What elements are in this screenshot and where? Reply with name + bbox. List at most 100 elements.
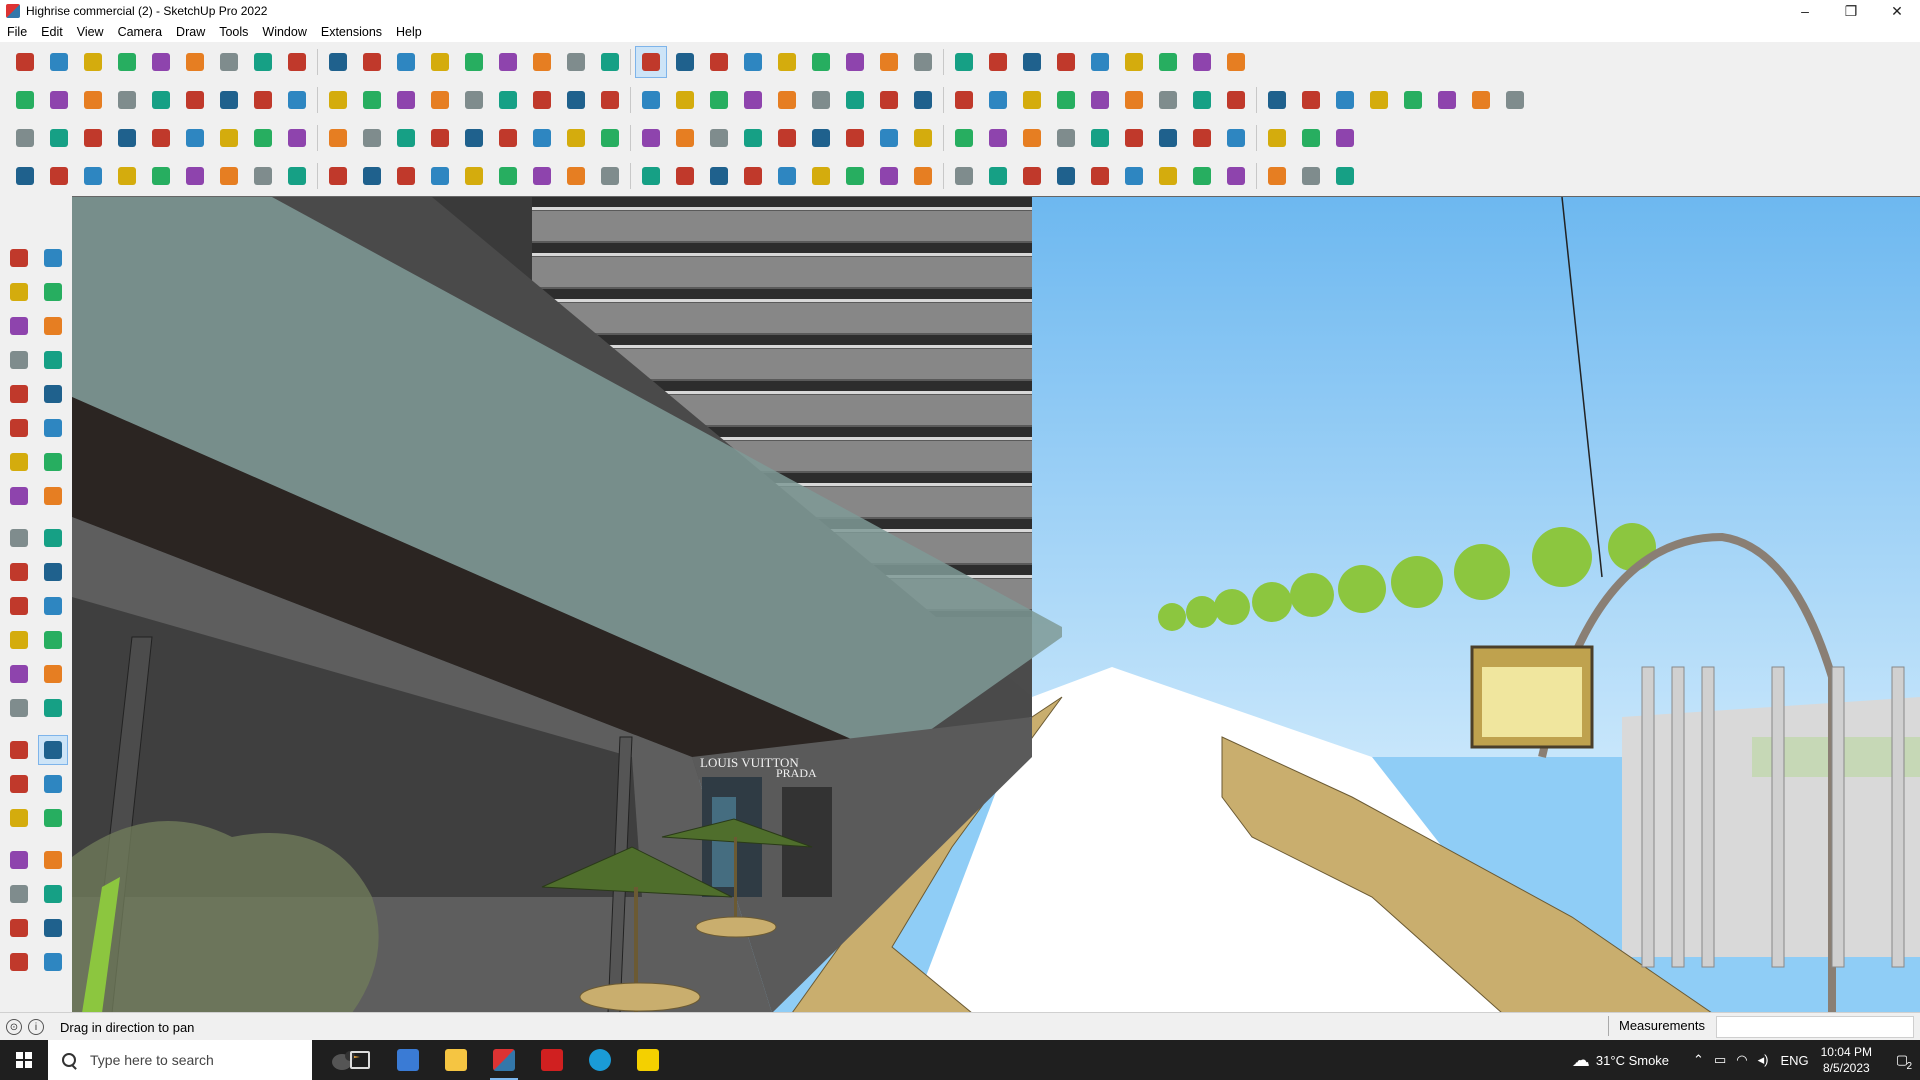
tool-42-tool-button[interactable] (1432, 85, 1462, 115)
rotated-rect-tool-button[interactable] (39, 380, 67, 408)
tool-7-tool-button[interactable] (214, 161, 244, 191)
taskbar-search[interactable]: Type here to search (48, 1040, 360, 1080)
menu-camera[interactable]: Camera (111, 25, 169, 39)
tool-37-tool-button[interactable] (1262, 85, 1292, 115)
tool-16-tool-button[interactable] (527, 161, 557, 191)
scale-tool-button[interactable] (5, 592, 33, 620)
tool-13-tool-button[interactable] (425, 123, 455, 153)
tool-4-tool-button[interactable] (112, 161, 142, 191)
tool-22-tool-button[interactable] (738, 85, 768, 115)
tool-15-tool-button[interactable] (493, 123, 523, 153)
file-explorer-icon[interactable] (432, 1040, 480, 1080)
tape-tool-button[interactable] (39, 312, 67, 340)
circle-tool-button[interactable] (5, 414, 33, 442)
line-tool-button[interactable] (112, 47, 142, 77)
section3-tool-button[interactable] (5, 948, 33, 976)
select-tool-button[interactable] (5, 244, 33, 272)
weather-text[interactable]: 31°C Smoke (1596, 1053, 1669, 1068)
menu-edit[interactable]: Edit (34, 25, 70, 39)
solid-union-tool-button[interactable] (10, 85, 40, 115)
look-around-tool-button[interactable] (39, 846, 67, 874)
plane-yellow-tool-button[interactable] (78, 123, 108, 153)
tool-14-tool-button[interactable] (459, 123, 489, 153)
tool-12-tool-button[interactable] (391, 85, 421, 115)
solid-intersect-tool-button[interactable] (44, 85, 74, 115)
solid-trim-tool-button[interactable] (78, 85, 108, 115)
tool-30-tool-button[interactable] (1017, 85, 1047, 115)
tool-22-tool-button[interactable] (738, 161, 768, 191)
tool-44-tool-button[interactable] (1500, 85, 1530, 115)
tool-25-tool-button[interactable] (840, 161, 870, 191)
tool-21-tool-button[interactable] (704, 123, 734, 153)
tool-28-tool-button[interactable] (949, 85, 979, 115)
tool-34-tool-button[interactable] (1153, 85, 1183, 115)
menu-window[interactable]: Window (255, 25, 313, 39)
tool-31-tool-button[interactable] (1051, 161, 1081, 191)
3d-text-tool-button[interactable] (39, 660, 67, 688)
tool-18-tool-button[interactable] (595, 161, 625, 191)
tool-12-tool-button[interactable] (391, 161, 421, 191)
zoom-tool-button[interactable] (5, 770, 33, 798)
tool-27-tool-button[interactable] (908, 123, 938, 153)
tool-26-tool-button[interactable] (874, 123, 904, 153)
tool-20-tool-button[interactable] (670, 85, 700, 115)
zoom-extents-tool-button[interactable] (10, 47, 40, 77)
tool-20-tool-button[interactable] (670, 123, 700, 153)
menu-view[interactable]: View (70, 25, 111, 39)
tool-10-tool-button[interactable] (323, 85, 353, 115)
tool-29-tool-button[interactable] (983, 161, 1013, 191)
rotate-tool-button[interactable] (5, 558, 33, 586)
tool-36-tool-button[interactable] (1221, 161, 1251, 191)
minimize-button[interactable]: – (1782, 0, 1828, 22)
zoom-tool-button[interactable] (561, 47, 591, 77)
tool-9-tool-button[interactable] (282, 123, 312, 153)
plane-tool-button[interactable] (10, 123, 40, 153)
tool-5-tool-button[interactable] (146, 161, 176, 191)
push-pull-solid-tool-button[interactable] (112, 85, 142, 115)
tool-11-tool-button[interactable] (357, 161, 387, 191)
roof-tool-button[interactable] (44, 161, 74, 191)
tape2-tool-button[interactable] (5, 626, 33, 654)
tool-10-tool-button[interactable] (323, 123, 353, 153)
zoom-window-tool-button[interactable] (39, 770, 67, 798)
tool-13-tool-button[interactable] (425, 85, 455, 115)
tool-36-tool-button[interactable] (1221, 123, 1251, 153)
dimension-tool-button[interactable] (874, 47, 904, 77)
tool-32-tool-button[interactable] (1085, 47, 1115, 77)
tool-8-tool-button[interactable] (248, 85, 278, 115)
tool-32-tool-button[interactable] (1085, 161, 1115, 191)
notifications-button[interactable]: ▢ 2 (1884, 1040, 1920, 1080)
redo-tool-button[interactable] (949, 47, 979, 77)
layer-tool-button[interactable] (704, 47, 734, 77)
arc-tool-button[interactable] (5, 448, 33, 476)
display-tool-button[interactable] (670, 47, 700, 77)
tool-37-tool-button[interactable] (1262, 161, 1292, 191)
tool-26-tool-button[interactable] (874, 85, 904, 115)
tool-24-tool-button[interactable] (806, 123, 836, 153)
tool-38-tool-button[interactable] (1296, 123, 1326, 153)
warehouse-tool-button[interactable] (983, 47, 1013, 77)
position-camera-tool-button[interactable] (39, 880, 67, 908)
select-tool-button[interactable] (44, 47, 74, 77)
tool-10-tool-button[interactable] (323, 161, 353, 191)
tray-chevron-icon[interactable]: ⌃ (1693, 1052, 1704, 1068)
tool-16-tool-button[interactable] (527, 123, 557, 153)
footprints-tool-button[interactable] (5, 880, 33, 908)
calculator-icon[interactable] (384, 1040, 432, 1080)
tool-17-tool-button[interactable] (561, 123, 591, 153)
tool-33-tool-button[interactable] (1119, 123, 1149, 153)
tool-19-tool-button[interactable] (636, 123, 666, 153)
tool-32-tool-button[interactable] (1085, 123, 1115, 153)
polygon-tool-button[interactable] (39, 414, 67, 442)
tool-17-tool-button[interactable] (561, 85, 591, 115)
tool-23-tool-button[interactable] (772, 161, 802, 191)
tape-tool-button[interactable] (391, 47, 421, 77)
push-pull-tool-button[interactable] (39, 524, 67, 552)
meet-now-icon[interactable]: ▭ (1714, 1052, 1726, 1068)
tool-27-tool-button[interactable] (908, 85, 938, 115)
rotate-tool-button[interactable] (323, 47, 353, 77)
offset-tool-button[interactable] (39, 592, 67, 620)
tool-19-tool-button[interactable] (636, 85, 666, 115)
close-button[interactable]: ✕ (1874, 0, 1920, 22)
tool-8-tool-button[interactable] (248, 161, 278, 191)
